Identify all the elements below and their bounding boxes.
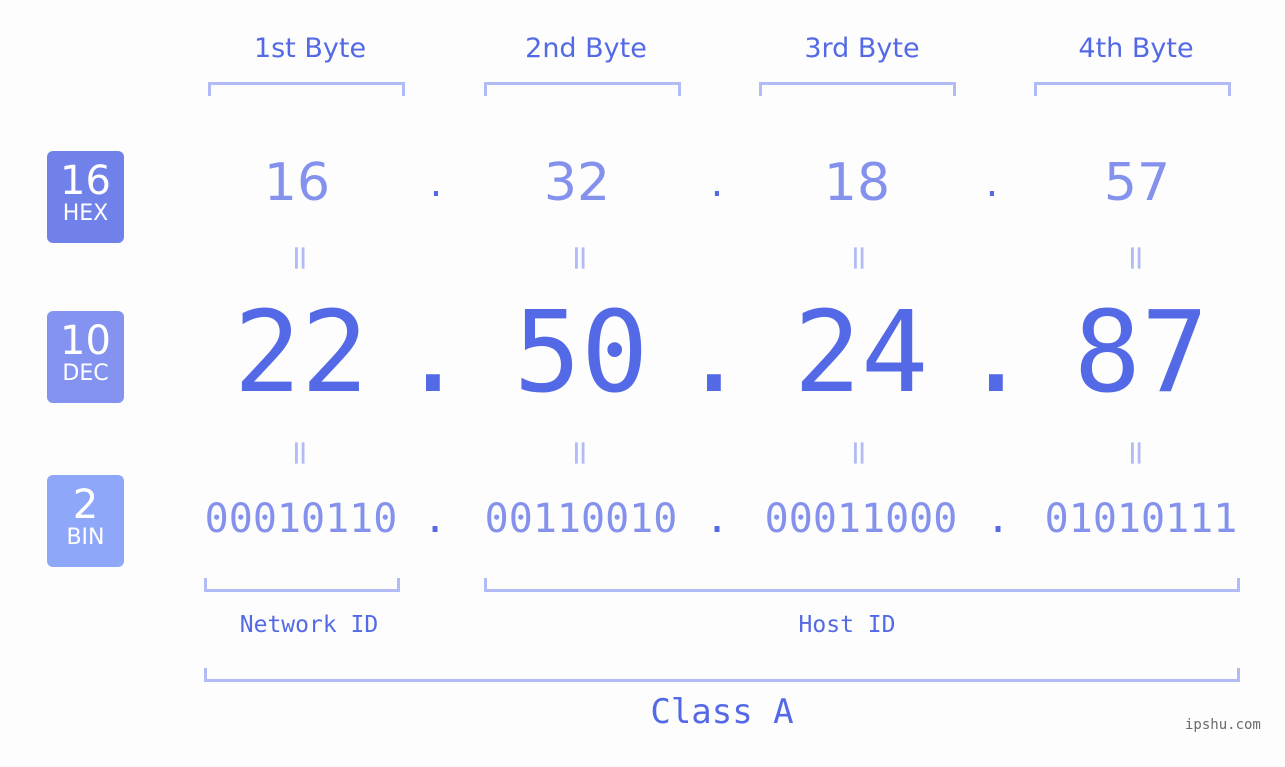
brand-watermark: ipshu.com [1185, 717, 1261, 733]
host-id-bracket [484, 578, 1240, 592]
hex-separator-1: . [429, 160, 443, 206]
bin-value-1: 00010110 [204, 496, 398, 542]
bin-separator-2: . [704, 496, 730, 542]
equals-icon: = [280, 243, 320, 273]
byte-label-2: 2nd Byte [525, 33, 647, 64]
class-bracket [204, 668, 1240, 682]
hex-value-3: 18 [823, 153, 891, 213]
byte-bracket-1 [208, 82, 405, 96]
equals-icon: = [560, 243, 600, 273]
byte-label-3: 3rd Byte [804, 33, 920, 64]
dec-separator-1: . [399, 288, 467, 418]
equals-icon: = [839, 243, 879, 273]
equals-icon: = [280, 438, 320, 468]
hex-value-4: 57 [1103, 153, 1171, 213]
host-id-label: Host ID [798, 612, 896, 638]
bin-base-number: 2 [72, 482, 99, 528]
byte-bracket-2 [484, 82, 681, 96]
equals-icon: = [1116, 438, 1156, 468]
dec-value-3: 24 [793, 288, 929, 418]
hex-value-1: 16 [263, 153, 331, 213]
equals-icon: = [560, 438, 600, 468]
byte-label-1: 1st Byte [253, 33, 367, 64]
bin-badge: 2 BIN [47, 475, 124, 567]
dec-separator-2: . [680, 288, 748, 418]
bin-value-3: 00011000 [764, 496, 958, 542]
bin-base-label: BIN [66, 525, 105, 550]
bin-value-2: 00110010 [484, 496, 678, 542]
hex-separator-3: . [985, 160, 999, 206]
bin-value-4: 01010111 [1044, 496, 1238, 542]
byte-bracket-3 [759, 82, 956, 96]
hex-separator-2: . [710, 160, 724, 206]
dec-value-4: 87 [1073, 288, 1209, 418]
equals-icon: = [1116, 243, 1156, 273]
hex-badge: 16 HEX [47, 151, 124, 243]
byte-label-4: 4th Byte [1078, 33, 1194, 64]
network-id-label: Network ID [239, 612, 379, 638]
hex-base-label: HEX [62, 201, 109, 226]
network-id-bracket [204, 578, 400, 592]
dec-separator-3: . [962, 288, 1030, 418]
hex-base-number: 16 [60, 158, 111, 204]
bin-separator-3: . [985, 496, 1011, 542]
equals-icon: = [839, 438, 879, 468]
byte-bracket-4 [1034, 82, 1231, 96]
class-label: Class A [650, 692, 794, 732]
hex-value-2: 32 [543, 153, 611, 213]
dec-badge: 10 DEC [47, 311, 124, 403]
dec-base-number: 10 [60, 318, 111, 364]
dec-base-label: DEC [62, 361, 109, 386]
bin-separator-1: . [422, 496, 448, 542]
